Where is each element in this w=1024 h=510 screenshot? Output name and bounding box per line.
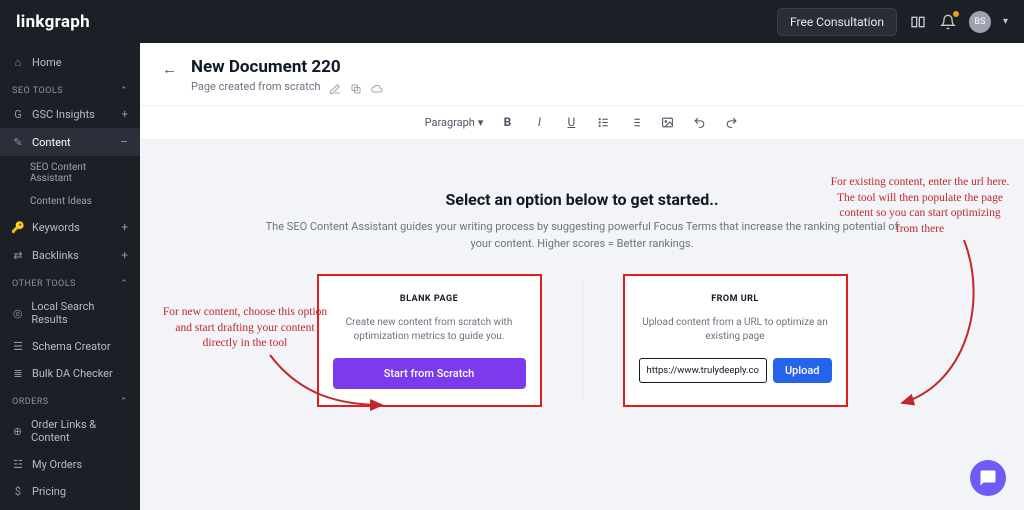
underline-icon[interactable]: U (563, 115, 579, 130)
sidebar-item-label: Home (32, 56, 62, 69)
link-icon: ⇄ (12, 249, 24, 261)
stack-icon: ≣ (12, 368, 24, 380)
sidebar-item-label: Schema Creator (32, 340, 111, 353)
sidebar-item-bulk[interactable]: ≣ Bulk DA Checker (0, 360, 140, 387)
sidebar-item-myorders[interactable]: ☳ My Orders (0, 451, 140, 478)
card-title: FROM URL (711, 294, 759, 304)
sidebar-item-backlinks[interactable]: ⇄ Backlinks + (0, 241, 140, 269)
sidebar-item-label: Content (32, 136, 71, 149)
sidebar-item-schema[interactable]: ☰ Schema Creator (0, 333, 140, 360)
sidebar-sub-seo-content-assistant[interactable]: SEO Content Assistant (0, 156, 140, 190)
text-icon: ✎ (12, 136, 24, 148)
card-blank-page: BLANK PAGE Create new content from scrat… (317, 274, 542, 407)
sidebar-section-seo[interactable]: SEO TOOLS ⌃ (0, 76, 140, 100)
layers-icon: ☰ (12, 341, 24, 353)
page-header: ← New Document 220 Page created from scr… (140, 43, 1024, 106)
url-input[interactable] (639, 358, 767, 383)
sidebar-item-label: Bulk DA Checker (32, 367, 113, 380)
sidebar-item-label: My Orders (32, 458, 82, 471)
sidebar-item-keywords[interactable]: 🔑 Keywords + (0, 213, 140, 241)
home-icon: ⌂ (12, 57, 24, 69)
canvas: Select an option below to get started.. … (140, 140, 1024, 510)
notification-dot (953, 11, 959, 17)
plus-icon: + (121, 107, 128, 121)
intro-desc: The SEO Content Assistant guides your wr… (260, 219, 904, 252)
chevron-up-icon: ⌃ (120, 397, 128, 407)
sidebar-item-label: Pricing (32, 485, 66, 498)
sidebar-sub-content-ideas[interactable]: Content Ideas (0, 190, 140, 213)
editor-toolbar: Paragraph ▾ B I U (140, 106, 1024, 140)
free-consultation-button[interactable]: Free Consultation (777, 8, 897, 36)
topbar-right: Free Consultation BS ▾ (777, 8, 1008, 36)
annotation-right: For existing content, enter the url here… (830, 175, 1010, 237)
sidebar-item-home[interactable]: ⌂ Home (0, 49, 140, 76)
list-icon: ☳ (12, 459, 24, 471)
main: ← New Document 220 Page created from scr… (140, 43, 1024, 510)
plus-icon: + (121, 220, 128, 234)
undo-icon[interactable] (691, 116, 707, 129)
sidebar-item-label: Backlinks (32, 249, 79, 262)
sidebar: ⌂ Home SEO TOOLS ⌃ G GSC Insights + ✎ Co… (0, 43, 140, 510)
card-desc: Upload content from a URL to optimize an… (639, 316, 832, 344)
cloud-icon[interactable] (371, 80, 384, 93)
card-divider (582, 281, 583, 401)
card-desc: Create new content from scratch with opt… (333, 316, 526, 344)
chat-icon (979, 469, 997, 487)
sidebar-item-label: Local Search Results (31, 300, 128, 326)
chevron-down-icon: ▾ (478, 116, 484, 129)
pin-icon: ◎ (12, 307, 23, 319)
card-title: BLANK PAGE (400, 294, 458, 304)
copy-icon[interactable] (350, 80, 363, 93)
bell-icon[interactable] (939, 13, 957, 31)
sidebar-item-pricing[interactable]: $ Pricing (0, 478, 140, 505)
intro-heading: Select an option below to get started.. (260, 190, 904, 209)
brand-logo: linkgraph (16, 12, 90, 32)
page-title: New Document 220 (191, 57, 384, 77)
chevron-up-icon: ⌃ (120, 86, 128, 96)
plus-icon: + (121, 248, 128, 262)
avatar[interactable]: BS (969, 11, 991, 33)
cart-icon: ⊕ (12, 425, 23, 437)
dollar-icon: $ (12, 486, 24, 498)
minus-icon: – (120, 135, 128, 149)
sidebar-item-label: Keywords (32, 221, 80, 234)
sidebar-section-other[interactable]: OTHER TOOLS ⌃ (0, 269, 140, 293)
chat-fab[interactable] (970, 460, 1006, 496)
redo-icon[interactable] (723, 116, 739, 129)
sidebar-item-local[interactable]: ◎ Local Search Results (0, 293, 140, 333)
chevron-up-icon: ⌃ (120, 279, 128, 289)
numbered-list-icon[interactable] (627, 116, 643, 129)
image-icon[interactable] (659, 116, 675, 129)
edit-icon[interactable] (329, 80, 342, 93)
page-subtitle: Page created from scratch (191, 80, 321, 93)
card-from-url: FROM URL Upload content from a URL to op… (623, 274, 848, 407)
sidebar-item-label: Order Links & Content (31, 418, 128, 444)
upload-button[interactable]: Upload (773, 358, 832, 383)
back-arrow-icon[interactable]: ← (162, 60, 177, 78)
key-icon: 🔑 (12, 221, 24, 233)
bold-icon[interactable]: B (499, 115, 515, 130)
annotation-left: For new content, choose this option and … (160, 305, 330, 352)
sidebar-item-orderlinks[interactable]: ⊕ Order Links & Content (0, 411, 140, 451)
paragraph-dropdown[interactable]: Paragraph ▾ (425, 116, 484, 129)
sidebar-item-content[interactable]: ✎ Content – (0, 128, 140, 156)
sidebar-item-gsc[interactable]: G GSC Insights + (0, 100, 140, 128)
book-icon[interactable] (909, 13, 927, 31)
google-icon: G (12, 108, 24, 120)
italic-icon[interactable]: I (531, 115, 547, 130)
topbar: linkgraph Free Consultation BS ▾ (0, 0, 1024, 43)
bullet-list-icon[interactable] (595, 116, 611, 129)
start-from-scratch-button[interactable]: Start from Scratch (333, 358, 526, 389)
chevron-down-icon[interactable]: ▾ (1003, 16, 1008, 27)
sidebar-item-label: GSC Insights (32, 108, 95, 121)
sidebar-section-orders[interactable]: ORDERS ⌃ (0, 387, 140, 411)
